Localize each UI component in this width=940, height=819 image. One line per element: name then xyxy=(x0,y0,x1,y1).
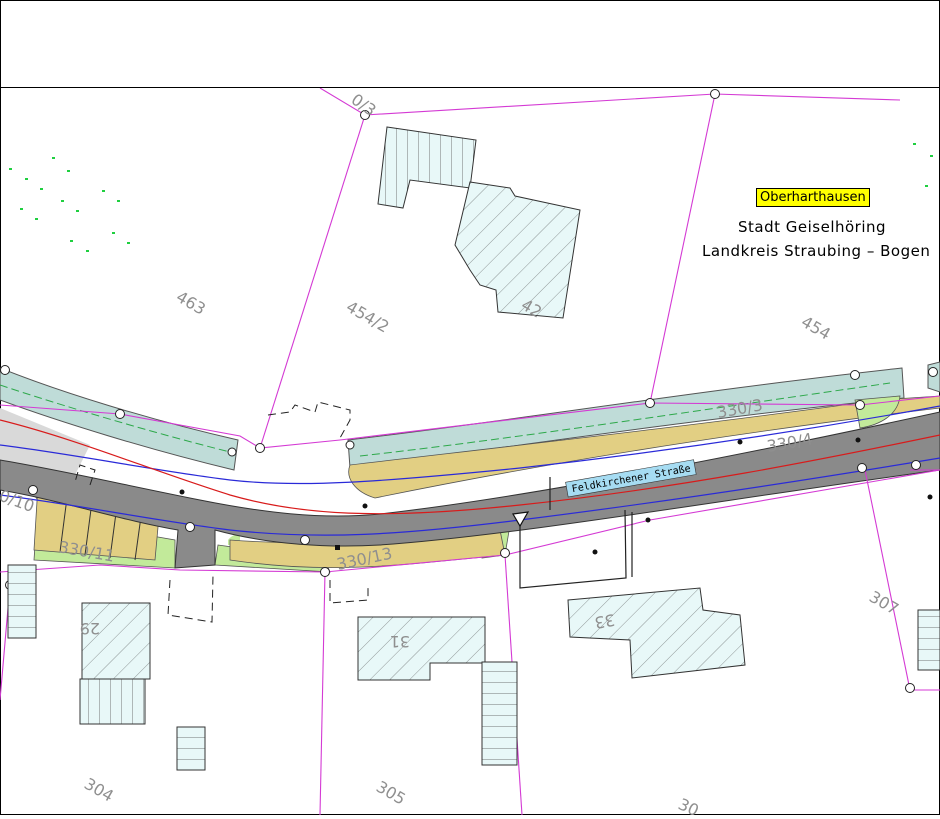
building-label-31: 31 xyxy=(390,632,410,651)
place-name-label: Oberharthausen xyxy=(756,188,870,207)
building-29-annex xyxy=(79,678,146,725)
parcel-label-463: 463 xyxy=(173,287,209,319)
building-small-south xyxy=(176,726,206,771)
parcel-label-0-3: 0/3 xyxy=(348,90,380,120)
parcel-label-305: 305 xyxy=(373,777,409,809)
title-block-header xyxy=(0,0,940,88)
building-42 xyxy=(454,181,581,319)
city-label: Stadt Geiselhöring xyxy=(738,218,887,236)
district-label: Landkreis Straubing – Bogen xyxy=(702,242,931,260)
building-label-33: 33 xyxy=(593,610,616,632)
building-31 xyxy=(357,616,486,681)
parcel-label-304: 304 xyxy=(81,774,117,806)
building-33 xyxy=(567,587,746,679)
building-east-edge xyxy=(917,609,940,671)
parcel-label-454-2: 454/2 xyxy=(343,297,392,337)
parcel-label-307: 307 xyxy=(866,587,902,619)
building-31-annex xyxy=(481,661,518,766)
parcel-label-454: 454 xyxy=(798,312,834,344)
verge-strip-east xyxy=(927,361,940,393)
building-454-2-annex xyxy=(377,126,477,209)
building-west-edge xyxy=(7,564,37,639)
building-label-29: 29 xyxy=(80,619,100,638)
building-29 xyxy=(81,602,151,680)
parcel-label-30: 30 xyxy=(675,794,701,815)
